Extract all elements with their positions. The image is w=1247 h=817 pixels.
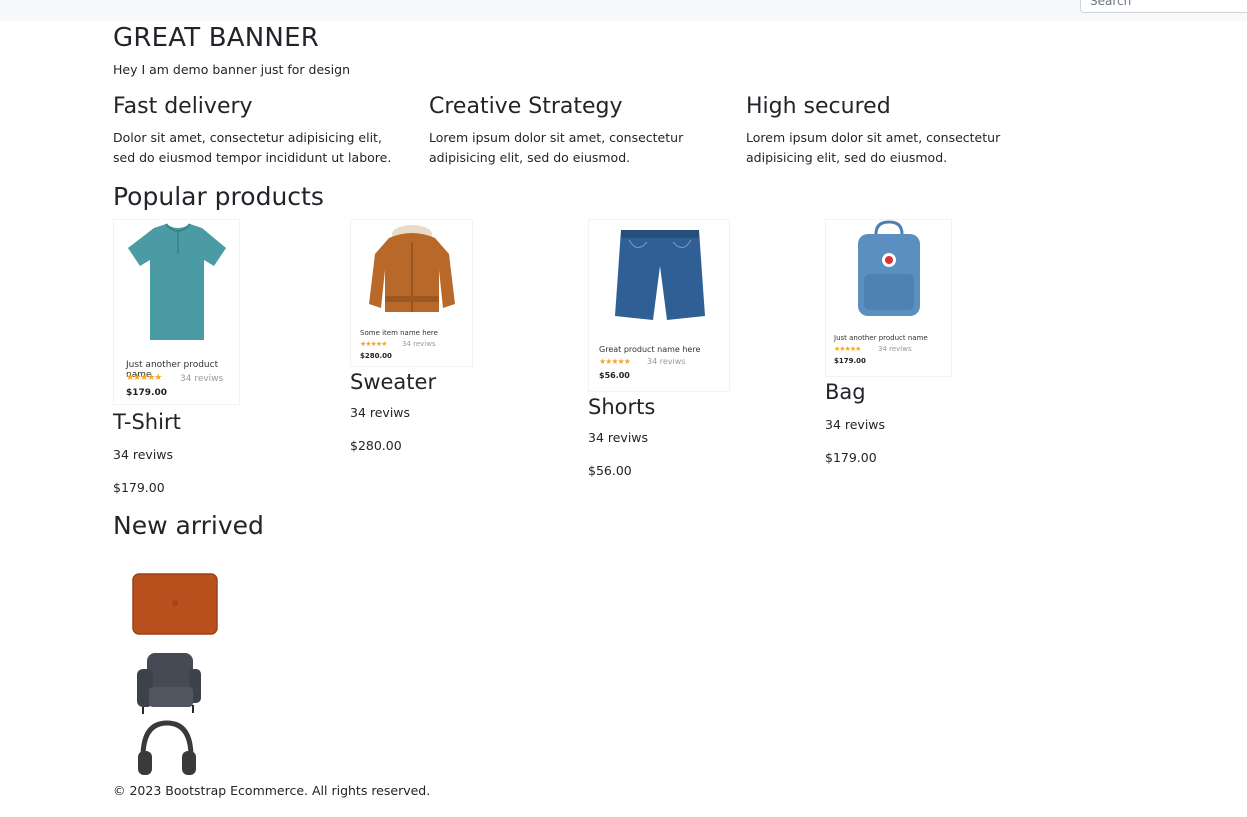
product-price: $280.00 xyxy=(350,438,402,453)
armchair-icon xyxy=(137,653,201,714)
search-input[interactable] xyxy=(1080,0,1247,13)
rating-stars-icon: ★★★★★ xyxy=(360,340,387,348)
product-name[interactable]: T-Shirt xyxy=(113,410,181,434)
new-item-armchair[interactable] xyxy=(113,647,213,717)
card-price: $280.00 xyxy=(360,352,392,360)
tshirt-icon xyxy=(128,223,226,340)
rating-stars-icon: ★★★★★ xyxy=(599,357,631,366)
card-name: Just another product name xyxy=(834,334,928,342)
product-image-sweater[interactable]: Some item name here ★★★★★ 34 reviws $280… xyxy=(350,219,473,367)
product-name[interactable]: Bag xyxy=(825,380,866,404)
footer-copyright: © 2023 Bootstrap Ecommerce. All rights r… xyxy=(113,783,431,798)
card-reviews: 34 reviws xyxy=(402,340,436,348)
feature-text-high-secured: Lorem ipsum dolor sit amet, consectetur … xyxy=(746,130,1001,165)
card-name: Some item name here xyxy=(360,329,438,337)
card-price: $56.00 xyxy=(599,371,630,380)
card-reviews: 34 reviws xyxy=(180,374,224,384)
product-reviews: 34 reviws xyxy=(350,405,411,420)
product-reviews: 34 reviws xyxy=(588,430,649,445)
top-navbar xyxy=(0,0,1247,21)
new-arrived-title: New arrived xyxy=(113,511,264,540)
headphones-icon xyxy=(138,720,196,775)
card-name: Great product name here xyxy=(599,345,701,354)
jacket-icon xyxy=(369,225,455,312)
product-reviews: 34 reviws xyxy=(825,417,886,432)
new-item-headphones[interactable] xyxy=(113,717,213,779)
feature-text-creative-strategy: Lorem ipsum dolor sit amet, consectetur … xyxy=(429,130,684,165)
new-item-laptop-sleeve[interactable] xyxy=(113,547,240,647)
banner-title: GREAT BANNER xyxy=(113,23,319,53)
product-price: $179.00 xyxy=(113,480,165,495)
product-price: $179.00 xyxy=(825,450,877,465)
banner-subtitle: Hey I am demo banner just for design xyxy=(113,62,351,77)
feature-title-creative-strategy: Creative Strategy xyxy=(429,94,623,119)
rating-stars-icon: ★★★★★ xyxy=(834,345,861,353)
card-price: $179.00 xyxy=(126,388,167,398)
popular-products-title: Popular products xyxy=(113,182,324,211)
laptop-sleeve-icon xyxy=(132,573,218,635)
card-price: $179.00 xyxy=(834,357,866,365)
product-image-tshirt[interactable]: Just another product name ★★★★★ 34 reviw… xyxy=(113,219,240,405)
product-name[interactable]: Sweater xyxy=(350,370,436,394)
card-reviews: 34 reviws xyxy=(878,345,912,353)
feature-title-high-secured: High secured xyxy=(746,94,891,119)
backpack-icon xyxy=(858,220,920,316)
feature-text-fast-delivery: Dolor sit amet, consectetur adipisicing … xyxy=(113,130,392,165)
product-price: $56.00 xyxy=(588,463,632,478)
rating-stars-icon: ★★★★★ xyxy=(126,373,162,383)
shorts-icon xyxy=(615,230,705,320)
feature-title-fast-delivery: Fast delivery xyxy=(113,94,253,119)
card-reviews: 34 reviws xyxy=(647,357,686,366)
product-reviews: 34 reviws xyxy=(113,447,174,462)
product-image-shorts[interactable]: Great product name here ★★★★★ 34 reviws … xyxy=(588,219,730,392)
product-name[interactable]: Shorts xyxy=(588,395,655,419)
product-image-bag[interactable]: Just another product name ★★★★★ 34 reviw… xyxy=(825,219,952,377)
